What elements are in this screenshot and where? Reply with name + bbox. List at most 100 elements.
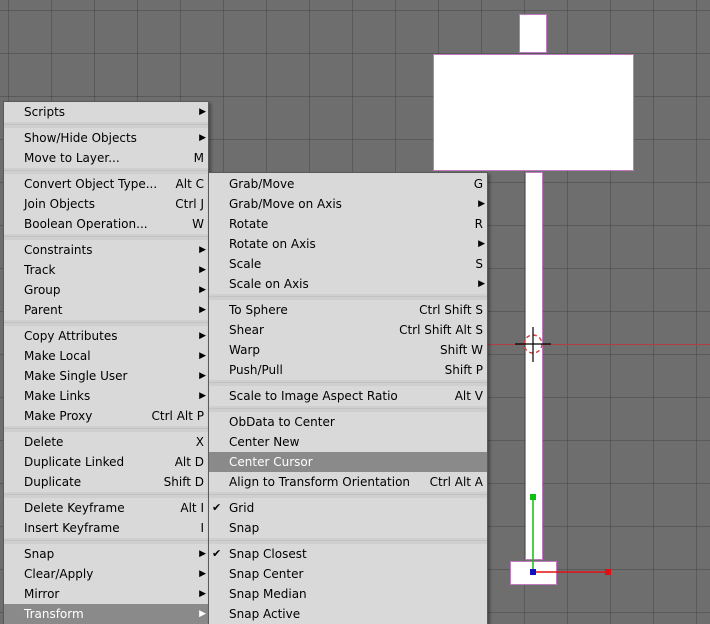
submenu-arrow-icon: ▶	[478, 199, 485, 209]
object-menu-item-mirror[interactable]: Mirror ▶	[4, 584, 208, 604]
object-menu-item-move-to-layer[interactable]: Move to Layer... M	[4, 148, 208, 168]
transform-menu-item-snap-median[interactable]: Snap Median	[209, 584, 487, 604]
object-menu-item-label: Duplicate	[24, 475, 82, 489]
transform-menu-item-label: Snap Active	[229, 607, 301, 621]
object-menu-item-delete[interactable]: Delete X	[4, 432, 208, 452]
object-menu-item-shortcut: Alt D	[174, 455, 204, 469]
object-menu-item-delete-keyframe[interactable]: Delete Keyframe Alt I	[4, 498, 208, 518]
transform-menu-item-label: Snap Closest	[229, 547, 307, 561]
transform-menu-item-shortcut: Ctrl Shift Alt S	[399, 323, 483, 337]
transform-menu-item-to-sphere[interactable]: To Sphere Ctrl Shift S	[209, 300, 487, 320]
object-menu-item-label: Make Single User	[24, 369, 128, 383]
object-menu-item-shortcut: Ctrl J	[175, 197, 204, 211]
object-menu-item-track[interactable]: Track ▶	[4, 260, 208, 280]
transform-menu-item-scale-on-axis[interactable]: Scale on Axis ▶	[209, 274, 487, 294]
object-menu-item-label: Group	[24, 283, 61, 297]
object-menu-item-label: Copy Attributes	[24, 329, 118, 343]
object-menu-item-constraints[interactable]: Constraints ▶	[4, 240, 208, 260]
object-menu-item-label: Mirror	[24, 587, 60, 601]
object-menu-item-make-links[interactable]: Make Links ▶	[4, 386, 208, 406]
transform-manipulator-icon[interactable]	[526, 492, 616, 582]
transform-menu-item-label: ObData to Center	[229, 415, 335, 429]
submenu-arrow-icon: ▶	[199, 549, 206, 559]
object-menu-item-label: Delete	[24, 435, 64, 449]
submenu-arrow-icon: ▶	[199, 589, 206, 599]
transform-menu-item-rotate[interactable]: Rotate R	[209, 214, 487, 234]
object-menu-item-shortcut: Alt I	[180, 501, 204, 515]
transform-menu-item-center-new[interactable]: Center New	[209, 432, 487, 452]
transform-menu-item-warp[interactable]: Warp Shift W	[209, 340, 487, 360]
submenu-arrow-icon: ▶	[199, 245, 206, 255]
object-menu-item-insert-keyframe[interactable]: Insert Keyframe I	[4, 518, 208, 538]
transform-menu-item-grab-move[interactable]: Grab/Move G	[209, 174, 487, 194]
object-menu-item-convert-object-type[interactable]: Convert Object Type... Alt C	[4, 174, 208, 194]
transform-menu-item-scale-to-image-aspect-ratio[interactable]: Scale to Image Aspect Ratio Alt V	[209, 386, 487, 406]
submenu-arrow-icon: ▶	[478, 239, 485, 249]
transform-menu-item-shortcut: S	[475, 257, 483, 271]
object-menu-item-label: Delete Keyframe	[24, 501, 125, 515]
transform-menu-item-label: Scale on Axis	[229, 277, 309, 291]
object-menu-item-label: Make Links	[24, 389, 91, 403]
transform-menu-item-shortcut: Shift W	[440, 343, 483, 357]
object-menu-item-snap[interactable]: Snap ▶	[4, 544, 208, 564]
transform-menu-item-label: To Sphere	[229, 303, 288, 317]
object-menu-item-copy-attributes[interactable]: Copy Attributes ▶	[4, 326, 208, 346]
transform-menu-item-snap[interactable]: Snap	[209, 518, 487, 538]
object-menu-item-show-hide-objects[interactable]: Show/Hide Objects ▶	[4, 128, 208, 148]
transform-menu-item-label: Grab/Move	[229, 177, 295, 191]
object-menu-item-make-single-user[interactable]: Make Single User ▶	[4, 366, 208, 386]
object-menu-item-make-local[interactable]: Make Local ▶	[4, 346, 208, 366]
transform-menu-item-label: Align to Transform Orientation	[229, 475, 411, 489]
transform-menu-item-center-cursor[interactable]: Center Cursor	[209, 452, 487, 472]
transform-menu-item-snap-active[interactable]: Snap Active	[209, 604, 487, 624]
object-menu-item-label: Clear/Apply	[24, 567, 94, 581]
3d-cursor-icon[interactable]	[512, 324, 554, 366]
checkmark-icon: ✔	[212, 501, 222, 514]
checkmark-icon: ✔	[212, 547, 222, 560]
transform-menu-item-label: Rotate on Axis	[229, 237, 316, 251]
transform-menu-item-label: Center Cursor	[229, 455, 313, 469]
object-menu-item-scripts[interactable]: Scripts ▶	[4, 102, 208, 122]
transform-menu-item-label: Rotate	[229, 217, 269, 231]
transform-menu-item-label: Scale	[229, 257, 262, 271]
transform-menu-item-align-to-transform-orientation[interactable]: Align to Transform Orientation Ctrl Alt A	[209, 472, 487, 492]
object-menu-item-label: Duplicate Linked	[24, 455, 125, 469]
object-menu: Scripts ▶ Show/Hide Objects ▶ Move to Layer.…	[3, 101, 209, 624]
object-menu-item-label: Move to Layer...	[24, 151, 120, 165]
object-menu-item-parent[interactable]: Parent ▶	[4, 300, 208, 320]
object-menu-item-label: Insert Keyframe	[24, 521, 120, 535]
object-menu-item-label: Make Proxy	[24, 409, 93, 423]
transform-menu-item-label: Push/Pull	[229, 363, 283, 377]
object-menu-item-make-proxy[interactable]: Make Proxy Ctrl Alt P	[4, 406, 208, 426]
transform-menu-item-shortcut: Alt V	[454, 389, 483, 403]
object-menu-item-boolean-operation[interactable]: Boolean Operation... W	[4, 214, 208, 234]
transform-menu-item-push-pull[interactable]: Push/Pull Shift P	[209, 360, 487, 380]
object-menu-item-group[interactable]: Group ▶	[4, 280, 208, 300]
object-menu-item-shortcut: Ctrl Alt P	[151, 409, 204, 423]
mesh-head-block[interactable]	[433, 54, 634, 171]
transform-menu-item-obdata-to-center[interactable]: ObData to Center	[209, 412, 487, 432]
object-menu-item-duplicate-linked[interactable]: Duplicate Linked Alt D	[4, 452, 208, 472]
transform-menu-item-snap-center[interactable]: Snap Center	[209, 564, 487, 584]
transform-menu-item-shortcut: G	[473, 177, 483, 191]
mesh-top-knob[interactable]	[519, 14, 547, 53]
object-menu-item-shortcut: I	[200, 521, 204, 535]
object-menu-item-join-objects[interactable]: Join Objects Ctrl J	[4, 194, 208, 214]
transform-menu-item-grab-move-on-axis[interactable]: Grab/Move on Axis ▶	[209, 194, 487, 214]
object-menu-item-shortcut: Shift D	[163, 475, 204, 489]
transform-menu-item-label: Center New	[229, 435, 300, 449]
transform-menu-item-label: Snap	[229, 521, 260, 535]
transform-submenu: Grab/Move G Grab/Move on Axis ▶ Rotate R Rotat…	[208, 172, 488, 624]
transform-menu-item-scale[interactable]: Scale S	[209, 254, 487, 274]
object-menu-item-label: Show/Hide Objects	[24, 131, 137, 145]
object-menu-item-label: Transform	[24, 607, 84, 621]
transform-menu-item-shear[interactable]: Shear Ctrl Shift Alt S	[209, 320, 487, 340]
object-menu-item-clear-apply[interactable]: Clear/Apply ▶	[4, 564, 208, 584]
transform-menu-item-shortcut: Shift P	[444, 363, 483, 377]
object-menu-item-duplicate[interactable]: Duplicate Shift D	[4, 472, 208, 492]
transform-menu-item-rotate-on-axis[interactable]: Rotate on Axis ▶	[209, 234, 487, 254]
transform-menu-item-snap-closest[interactable]: ✔ Snap Closest	[209, 544, 487, 564]
object-menu-item-label: Make Local	[24, 349, 91, 363]
object-menu-item-transform[interactable]: Transform ▶	[4, 604, 208, 624]
transform-menu-item-grid[interactable]: ✔ Grid	[209, 498, 487, 518]
